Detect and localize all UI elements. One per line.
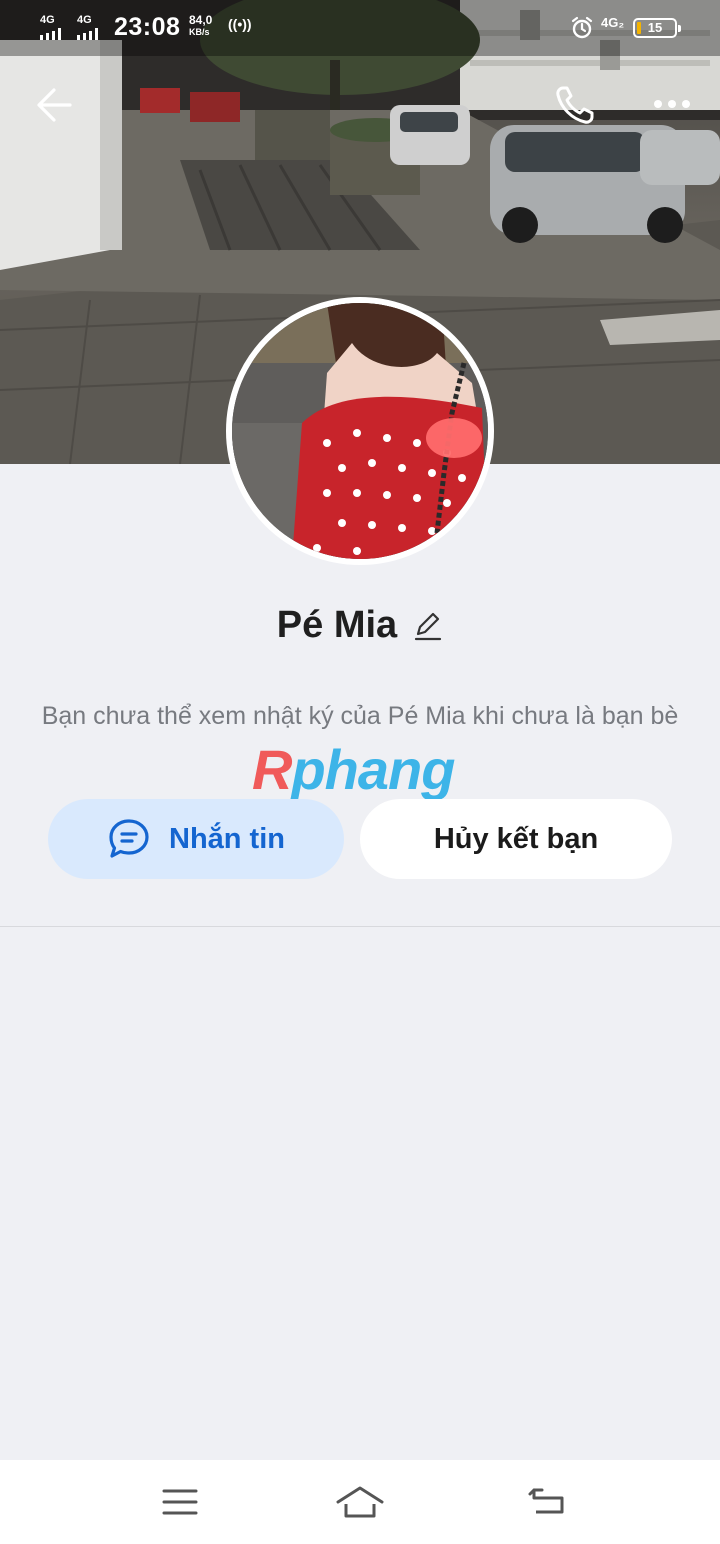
message-button-label: Nhắn tin — [169, 822, 285, 855]
back-arrow-icon — [37, 88, 72, 122]
nav-menu-button[interactable] — [150, 1478, 210, 1528]
back-button[interactable] — [30, 80, 80, 130]
menu-icon — [162, 1489, 198, 1515]
signal-bars-icon — [77, 28, 98, 40]
profile-name: Pé Mia — [276, 603, 398, 646]
network2-label: 4G₂ — [601, 15, 625, 30]
network-speed: 84,0 KB/s — [189, 14, 212, 38]
return-icon — [528, 1488, 564, 1514]
profile-name-row: Pé Mia — [0, 598, 720, 652]
alarm-icon — [570, 16, 594, 45]
chat-bubble-icon — [109, 819, 149, 858]
status-bar: 4G 4G 23:08 84,0 KB/s ((•)) 4G₂ 15 — [0, 0, 720, 56]
speed-unit: KB/s — [189, 27, 210, 37]
call-button[interactable] — [550, 80, 602, 130]
pencil-icon — [415, 612, 442, 641]
more-dots-icon — [654, 100, 690, 108]
unfriend-button-label: Hủy kết bạn — [433, 822, 599, 855]
watermark-rest: phang — [291, 738, 455, 801]
battery-icon: 15 — [633, 18, 681, 38]
signal-bars-icon — [40, 28, 61, 40]
watermark-first: R — [252, 738, 292, 801]
hotspot-icon: ((•)) — [228, 16, 252, 32]
sim1-signal: 4G — [40, 14, 61, 40]
system-navigation-bar — [0, 1460, 720, 1544]
speed-value: 84,0 — [189, 13, 213, 27]
nav-home-button[interactable] — [330, 1478, 390, 1528]
edit-name-button[interactable] — [413, 610, 443, 642]
sim2-label: 4G — [77, 14, 92, 26]
nav-back-button[interactable] — [518, 1478, 578, 1528]
message-button[interactable]: Nhắn tin — [48, 799, 344, 879]
avatar[interactable] — [226, 297, 494, 565]
diary-notice: Bạn chưa thể xem nhật ký của Pé Mia khi … — [41, 702, 679, 730]
unfriend-button[interactable]: Hủy kết bạn — [360, 799, 672, 879]
phone-icon — [556, 86, 594, 124]
sim1-label: 4G — [40, 14, 55, 26]
watermark-logo: Rphang — [252, 738, 455, 801]
clock: 23:08 — [114, 13, 181, 41]
avatar-photo — [232, 303, 488, 559]
home-icon — [336, 1486, 384, 1518]
sim2-signal: 4G — [77, 14, 98, 40]
battery-level: 15 — [647, 20, 663, 35]
more-button[interactable] — [648, 86, 696, 122]
section-divider — [0, 926, 720, 927]
